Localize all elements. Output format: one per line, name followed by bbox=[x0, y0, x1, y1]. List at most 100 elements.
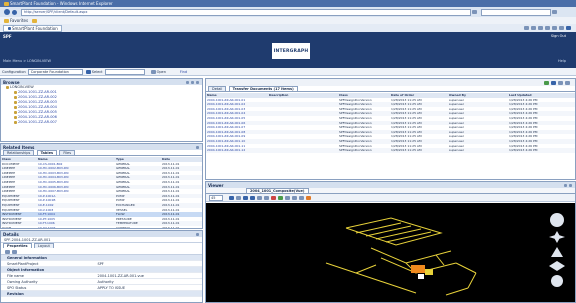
export-icon[interactable] bbox=[544, 80, 549, 85]
back-icon[interactable] bbox=[4, 9, 10, 15]
nav-fly-icon[interactable] bbox=[549, 261, 565, 271]
sort-icon[interactable] bbox=[5, 249, 10, 254]
browse-tree: LONGIN-VIEW 2004-1001-ZZ-AR-001 2004-100… bbox=[1, 85, 202, 125]
find-link[interactable]: Find bbox=[180, 70, 187, 74]
tab-layout[interactable]: Layout bbox=[33, 243, 54, 248]
list-tabs: Detail Transfer Documents (17 items) bbox=[206, 86, 575, 92]
star-icon[interactable] bbox=[4, 18, 9, 23]
columns-icon[interactable] bbox=[558, 80, 563, 85]
viewer-pane: Viewer 2004_1001_Composite(Vue) 45 bbox=[205, 181, 576, 303]
browser-title: SmartPlant Foundation - Windows Internet… bbox=[10, 1, 113, 6]
document-icon bbox=[14, 106, 17, 109]
forward-icon[interactable] bbox=[12, 9, 17, 15]
safety-menu-icon[interactable] bbox=[552, 26, 557, 30]
tree-item[interactable]: 2004-1001-ZZ-AR-007 bbox=[1, 120, 202, 125]
table-cell: 2013-11-01 bbox=[162, 225, 180, 229]
nav-orbit-icon[interactable] bbox=[550, 213, 564, 227]
view-top-icon[interactable] bbox=[292, 195, 297, 200]
view-iso-icon[interactable] bbox=[299, 195, 304, 200]
plant-model-graphic bbox=[325, 217, 477, 296]
command-bar bbox=[523, 26, 576, 30]
settings-icon[interactable] bbox=[306, 195, 311, 200]
tools-menu-icon[interactable] bbox=[559, 26, 564, 30]
tab-files[interactable]: Files bbox=[59, 150, 76, 155]
pan-icon[interactable] bbox=[229, 195, 234, 200]
document-list-table: Name Description Class Date of Order Owned B… bbox=[206, 93, 575, 179]
property-group[interactable]: Revision bbox=[1, 291, 202, 297]
select-label[interactable]: Select bbox=[92, 70, 103, 74]
select-tool-icon[interactable] bbox=[271, 195, 276, 200]
browse-pane-title: Browse bbox=[3, 79, 20, 85]
minimize-icon[interactable] bbox=[564, 183, 567, 187]
nav-zoom-icon[interactable] bbox=[551, 275, 563, 287]
search-icon[interactable] bbox=[552, 10, 557, 14]
open-label[interactable]: Open bbox=[157, 70, 166, 74]
help-menu-icon[interactable] bbox=[566, 26, 571, 30]
view-front-icon[interactable] bbox=[285, 195, 290, 200]
feeds-icon[interactable] bbox=[531, 26, 536, 30]
close-icon[interactable] bbox=[569, 183, 572, 187]
browser-tab-bar: SmartPlant Foundation bbox=[0, 24, 576, 32]
address-bar-row: http://server/SPF/client/Default.aspx bbox=[0, 7, 576, 17]
table-row[interactable]: 2004-1001-ZZ-AR-001-12 SPFDesignDocVersio… bbox=[206, 148, 575, 153]
home-icon[interactable] bbox=[524, 26, 529, 30]
add-favorite-icon[interactable] bbox=[32, 18, 38, 23]
search-input[interactable] bbox=[481, 8, 551, 16]
table-cell: SPFDesignDocVersion bbox=[339, 148, 372, 153]
tab-relationships[interactable]: Relationships bbox=[3, 150, 35, 155]
nav-move-icon[interactable] bbox=[549, 231, 565, 243]
help-link[interactable]: Help bbox=[558, 59, 566, 63]
rotate-icon[interactable] bbox=[236, 195, 241, 200]
document-icon bbox=[14, 111, 17, 114]
zoom-out-icon[interactable] bbox=[250, 195, 255, 200]
address-input[interactable]: http://server/SPF/client/Default.aspx bbox=[21, 8, 471, 16]
viewer-header-tools bbox=[563, 183, 573, 187]
zoom-in-icon[interactable] bbox=[243, 195, 248, 200]
related-items-pane: Related Items Relationships Tables Files… bbox=[0, 143, 203, 229]
app-toolbar: Configuration Corporate Foundation Selec… bbox=[0, 68, 576, 76]
tab-detail[interactable]: Detail bbox=[208, 86, 227, 91]
refresh-icon[interactable] bbox=[186, 80, 189, 84]
browse-pane-tools bbox=[185, 80, 200, 84]
sign-out-link[interactable]: Sign Out bbox=[551, 34, 566, 38]
close-icon[interactable] bbox=[196, 80, 199, 84]
page-menu-icon[interactable] bbox=[545, 26, 550, 30]
print-icon[interactable] bbox=[538, 26, 543, 30]
table-row[interactable]: VALVE 10-XV-1007 CONTROL 2013-11-01 bbox=[1, 225, 202, 229]
minimize-icon[interactable] bbox=[191, 80, 194, 84]
markup-icon[interactable] bbox=[278, 195, 283, 200]
properties-pane-title: Details bbox=[3, 231, 19, 237]
list-pane-toolbar bbox=[206, 79, 575, 86]
tab-properties[interactable]: Properties bbox=[3, 243, 32, 248]
print-list-icon[interactable] bbox=[551, 80, 556, 85]
ie-icon bbox=[4, 1, 9, 6]
favorites-label[interactable]: Favorites bbox=[10, 18, 28, 23]
refresh-list-icon[interactable] bbox=[565, 80, 570, 85]
config-select[interactable]: Corporate Foundation bbox=[27, 68, 83, 75]
3d-model-canvas[interactable] bbox=[206, 203, 575, 302]
fit-icon[interactable] bbox=[257, 195, 262, 200]
table-cell: 2004-1001-ZZ-AR-001-12 bbox=[207, 148, 246, 153]
measure-icon[interactable] bbox=[264, 195, 269, 200]
select-input[interactable] bbox=[104, 68, 145, 75]
intergraph-logo: INTERGRAPH bbox=[272, 43, 310, 59]
select-icon[interactable] bbox=[85, 69, 91, 74]
pane-menu-icon[interactable] bbox=[196, 232, 199, 236]
table-cell bbox=[268, 148, 338, 153]
browser-tab[interactable]: SmartPlant Foundation bbox=[3, 24, 62, 32]
table-cell: 1/28/2013 11:25 AM bbox=[391, 148, 422, 153]
open-icon[interactable] bbox=[150, 69, 156, 74]
tab-transfer-documents[interactable]: Transfer Documents (17 items) bbox=[228, 86, 298, 91]
table-cell: CONTROL bbox=[116, 225, 131, 229]
related-pane-title: Related Items bbox=[3, 144, 35, 150]
filter-icon[interactable] bbox=[12, 249, 17, 254]
zoom-input[interactable]: 45 bbox=[209, 194, 223, 201]
browser-tab-label: SmartPlant Foundation bbox=[12, 25, 58, 31]
tab-tables[interactable]: Tables bbox=[36, 150, 58, 155]
folder-icon bbox=[6, 86, 9, 89]
document-icon bbox=[14, 91, 17, 94]
tab-composite-view[interactable]: 2004_1001_Composite(Vue) bbox=[246, 188, 309, 193]
nav-up-icon[interactable] bbox=[551, 247, 563, 257]
pane-menu-icon[interactable] bbox=[196, 145, 199, 149]
refresh-icon[interactable] bbox=[472, 10, 477, 14]
